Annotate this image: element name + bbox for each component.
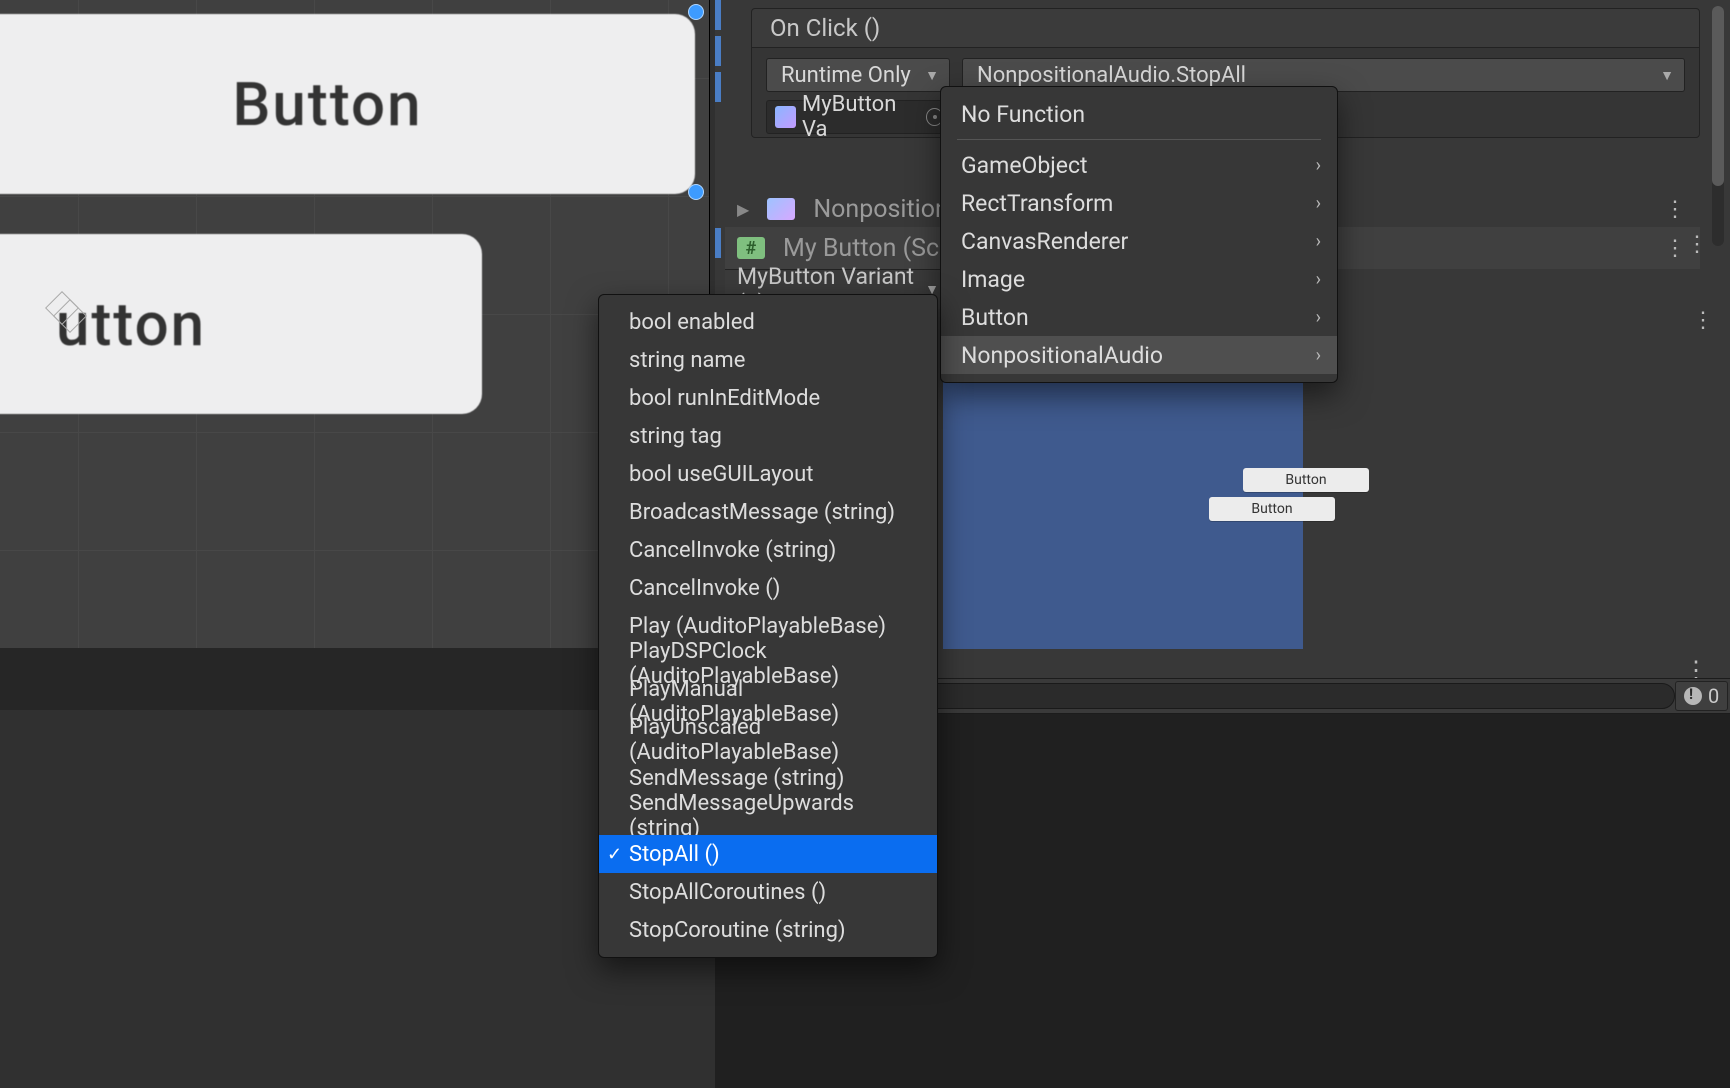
menu-item-canvasrenderer[interactable]: CanvasRenderer › (941, 222, 1337, 260)
menu-separator (957, 139, 1321, 140)
function-label: NonpositionalAudio.StopAll (977, 63, 1246, 88)
kebab-menu-icon[interactable]: ⋮ (1664, 197, 1688, 222)
method-item[interactable]: bool useGUILayout (599, 455, 937, 493)
prefab-icon (767, 198, 795, 220)
method-label: Play (AuditoPlayableBase) (629, 614, 886, 639)
console-counts: 0 0 0 (1675, 681, 1730, 711)
method-label: SendMessageUpwards (string) (629, 791, 921, 841)
method-label: BroadcastMessage (string) (629, 500, 895, 525)
info-count[interactable]: 0 (1675, 681, 1728, 711)
prefab-override-markers (715, 0, 721, 110)
method-item[interactable]: string name (599, 341, 937, 379)
method-item[interactable]: CancelInvoke (string) (599, 531, 937, 569)
method-label: bool useGUILayout (629, 462, 813, 487)
target-object-label: MyButton Va (802, 92, 922, 142)
method-item[interactable]: bool enabled (599, 303, 937, 341)
method-label: bool runInEditMode (629, 386, 820, 411)
runtime-mode-dropdown[interactable]: Runtime Only ▼ (766, 58, 950, 92)
prefab-icon (775, 106, 796, 128)
menu-item-label: Button (961, 304, 1029, 331)
method-label: CancelInvoke (string) (629, 538, 836, 563)
chevron-right-icon: › (1316, 155, 1321, 176)
game-button-2: Button (1209, 497, 1335, 521)
method-label: bool enabled (629, 310, 755, 335)
method-label: string name (629, 348, 745, 373)
rect-tool-gizmo[interactable] (50, 296, 82, 328)
menu-item-gameobject[interactable]: GameObject › (941, 146, 1337, 184)
kebab-menu-icon[interactable]: ⋮ (1692, 308, 1716, 333)
method-item[interactable]: string tag (599, 417, 937, 455)
method-label: StopAllCoroutines () (629, 880, 826, 905)
target-object-field[interactable]: MyButton Va (766, 100, 950, 134)
menu-item-no-function[interactable]: No Function (941, 95, 1337, 133)
method-item[interactable]: bool runInEditMode (599, 379, 937, 417)
game-button-2-label: Button (1251, 501, 1292, 517)
scene-button-1-label: Button (233, 69, 423, 140)
method-item[interactable]: StopCoroutine (string) (599, 911, 937, 949)
menu-item-label: RectTransform (961, 190, 1113, 217)
method-label: StopCoroutine (string) (629, 918, 846, 943)
info-icon (1684, 687, 1702, 705)
method-item-stopall[interactable]: StopAll () (599, 835, 937, 873)
method-item[interactable]: CancelInvoke () (599, 569, 937, 607)
inspector-scrollbar[interactable] (1712, 6, 1724, 246)
script-icon: # (737, 237, 765, 259)
game-button-1: Button (1243, 468, 1369, 492)
selection-handle-bottom-right[interactable] (688, 184, 704, 200)
scene-button-1[interactable]: Button (0, 14, 695, 194)
on-click-label: On Click () (770, 14, 880, 42)
expand-triangle-icon[interactable]: ▶ (737, 200, 749, 219)
method-item[interactable]: BroadcastMessage (string) (599, 493, 937, 531)
method-label: StopAll () (629, 842, 720, 867)
kebab-menu-icon[interactable]: ⋮ (1664, 236, 1688, 261)
chevron-right-icon: › (1316, 231, 1321, 252)
selection-handle-top-right[interactable] (688, 4, 704, 20)
caret-down-icon: ▼ (1660, 67, 1674, 84)
method-item[interactable]: SendMessageUpwards (string) (599, 797, 937, 835)
menu-item-label: GameObject (961, 152, 1088, 179)
on-click-header[interactable]: On Click () (751, 8, 1700, 48)
info-count-value: 0 (1708, 684, 1719, 708)
menu-item-nonpositionalaudio[interactable]: NonpositionalAudio › (941, 336, 1337, 374)
menu-item-recttransform[interactable]: RectTransform › (941, 184, 1337, 222)
game-button-1-label: Button (1285, 472, 1326, 488)
menu-item-label: No Function (961, 101, 1085, 128)
function-method-menu[interactable]: bool enabled string name bool runInEditM… (598, 294, 938, 958)
prefab-override-marker-2 (715, 228, 721, 258)
method-item[interactable]: StopAllCoroutines () (599, 873, 937, 911)
menu-item-label: NonpositionalAudio (961, 342, 1163, 369)
chevron-right-icon: › (1316, 193, 1321, 214)
menu-item-label: CanvasRenderer (961, 228, 1128, 255)
menu-item-button[interactable]: Button › (941, 298, 1337, 336)
runtime-mode-label: Runtime Only (781, 63, 911, 88)
game-view[interactable]: Button Button (943, 363, 1303, 649)
method-item[interactable]: PlayUnscaled (AuditoPlayableBase) (599, 721, 937, 759)
kebab-menu-icon[interactable]: ⋮ (1686, 232, 1710, 257)
method-label: PlayUnscaled (AuditoPlayableBase) (629, 715, 921, 765)
menu-item-label: Image (961, 266, 1025, 293)
function-component-menu[interactable]: No Function GameObject › RectTransform ›… (940, 86, 1338, 383)
chevron-right-icon: › (1316, 345, 1321, 366)
component-label: My Button (Sc (783, 234, 939, 263)
method-label: CancelInvoke () (629, 576, 780, 601)
chevron-right-icon: › (1316, 307, 1321, 328)
method-label: SendMessage (string) (629, 766, 844, 791)
method-label: string tag (629, 424, 722, 449)
chevron-right-icon: › (1316, 269, 1321, 290)
caret-down-icon: ▼ (925, 67, 939, 84)
scrollbar-thumb[interactable] (1712, 6, 1724, 186)
menu-item-image[interactable]: Image › (941, 260, 1337, 298)
